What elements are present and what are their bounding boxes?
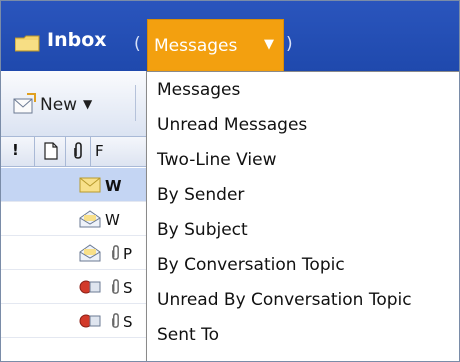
- menu-item-by-sender[interactable]: By Sender: [157, 185, 244, 205]
- paren-close: ): [286, 34, 293, 54]
- folder-header: Inbox ( Messages ▼ ): [1, 1, 459, 73]
- menu-item-two-line-view[interactable]: Two-Line View: [157, 150, 277, 170]
- new-mail-icon: [13, 93, 36, 114]
- folder-icon: [15, 35, 40, 52]
- column-from[interactable]: F: [95, 142, 104, 160]
- folder-title: Inbox: [47, 29, 107, 51]
- envelope-closed-icon: [79, 177, 101, 193]
- menu-item-sent-to[interactable]: Sent To: [157, 325, 219, 345]
- menu-item-by-conversation-topic[interactable]: By Conversation Topic: [157, 255, 345, 275]
- row-sender: S: [123, 279, 133, 297]
- paperclip-icon: [74, 142, 82, 159]
- outlook-window: Inbox ( Messages ▼ ) New ▼ ! F W W P S S…: [0, 0, 460, 362]
- importance-header-label: !: [12, 141, 19, 159]
- envelope-open-icon: [79, 244, 101, 262]
- reply-forward-icon: [79, 280, 101, 294]
- document-icon: [44, 142, 58, 160]
- column-importance[interactable]: !: [1, 137, 35, 167]
- reply-forward-icon: [79, 314, 101, 328]
- paperclip-icon: [112, 245, 119, 260]
- view-dropdown-menu: Messages Unread Messages Two-Line View B…: [146, 71, 459, 361]
- envelope-open-icon: [79, 210, 101, 228]
- paperclip-icon: [112, 313, 119, 328]
- column-icon[interactable]: [36, 137, 66, 167]
- menu-item-by-subject[interactable]: By Subject: [157, 220, 248, 240]
- column-attachment[interactable]: [67, 137, 91, 167]
- new-button-label: New: [40, 95, 78, 115]
- paperclip-icon: [112, 279, 119, 294]
- row-sender: W: [105, 177, 122, 195]
- new-button[interactable]: New ▼: [13, 91, 133, 119]
- menu-item-unread-messages[interactable]: Unread Messages: [157, 115, 307, 135]
- row-sender: S: [123, 313, 133, 331]
- new-dropdown-icon[interactable]: ▼: [83, 97, 92, 111]
- chevron-down-icon: ▼: [264, 37, 274, 52]
- toolbar-separator: [135, 85, 136, 121]
- row-sender: W: [105, 211, 120, 229]
- view-selector-button[interactable]: Messages ▼: [147, 19, 284, 73]
- menu-item-unread-by-conversation-topic[interactable]: Unread By Conversation Topic: [157, 290, 412, 310]
- menu-item-messages[interactable]: Messages: [157, 80, 240, 100]
- paren-open: (: [134, 34, 141, 54]
- row-sender: P: [123, 245, 133, 263]
- view-selector-label: Messages: [154, 36, 238, 56]
